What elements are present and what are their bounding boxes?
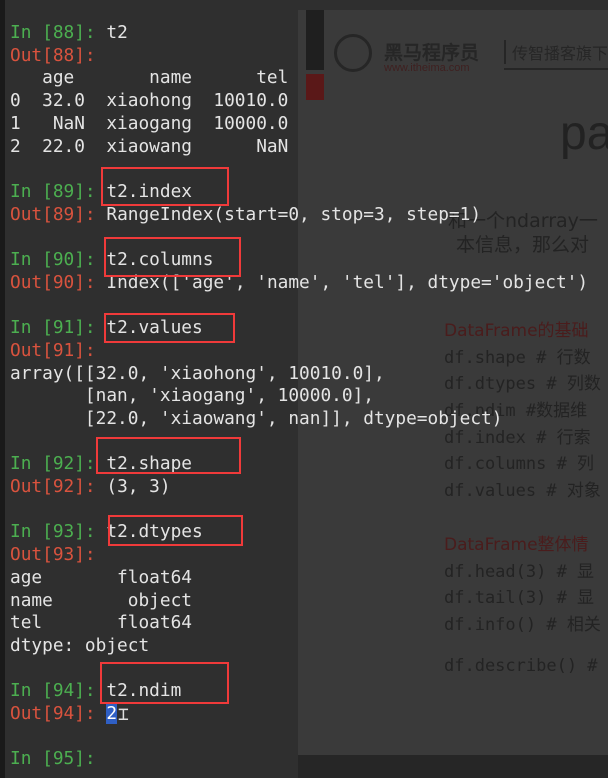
slide-item: df.describe() # [444,656,598,676]
in-prompt: In [95]: [10,748,107,770]
out-prompt: Out[91]: [10,339,107,361]
output-line: Out[88]: [10,45,106,67]
slide-item: df.values # 对象 [444,481,601,501]
output-text-line: age name tel [10,67,288,89]
output-line: Out[93]: [10,544,106,566]
result-text: 0 32.0 xiaohong 10010.0 [10,90,289,112]
result-text: array([[32.0, 'xiaohong', 10010.0], [10,362,385,384]
result-text: dtype: object [10,634,150,656]
output-text-line: 2 22.0 xiaowang NaN [10,136,288,158]
brand-url: www.itheima.com [384,62,470,74]
output-text-line: 0 32.0 xiaohong 10010.0 [10,90,288,112]
window-edge [0,0,5,778]
slide-intro-2: 本信息，那么对 [456,234,590,256]
output-text-line: [nan, 'xiaogang', 10000.0], [10,385,374,407]
result-text: [nan, 'xiaogang', 10000.0], [10,385,374,407]
result-text: 1 NaN xiaogang 10000.0 [10,112,289,134]
in-prompt: In [90]: [10,249,107,270]
highlight-box-index [101,167,229,206]
in-prompt: In [91]: [10,317,107,339]
in-prompt: In [92]: [10,453,107,475]
highlight-box-shape [96,437,241,474]
output-text-line: dtype: object [10,635,149,657]
output-line: Out[90]: Index(['age', 'name', 'tel'], d… [10,272,588,294]
result-text: RangeIndex(start=0, stop=3, step=1) [106,203,482,225]
in-prompt: In [89]: [10,180,107,202]
horse-logo-icon [334,34,372,72]
highlight-box-values [104,313,235,343]
code-text: t2 [106,22,128,43]
out-prompt: Out[88]: [10,44,107,66]
result-text: age float64 [10,566,192,588]
in-prompt: In [93]: [10,521,107,543]
slide-item: df.info() # 相关 [444,615,601,635]
result-text: [22.0, 'xiaowang', nan]], dtype=object) [10,407,503,429]
highlight-box-columns [104,237,241,277]
slide-item: df.head(3) # 显 [444,562,595,582]
slide-sidebar-red [306,74,324,100]
output-line: Out[89]: RangeIndex(start=0, stop=3, ste… [10,204,481,226]
input-line[interactable]: In [88]: t2 [10,22,128,44]
slide-sidebar-dark [306,10,324,70]
result-text: name object [10,589,192,611]
slide-item: df.tail(3) # 显 [444,588,595,608]
slide-item: df.dtypes # 列数 [444,374,601,394]
slide-item: df.columns # 列 [444,454,595,474]
out-prompt: Out[94]: [10,703,107,724]
output-text-line: [22.0, 'xiaowang', nan]], dtype=object) [10,407,503,430]
output-text-line: array([[32.0, 'xiaohong', 10010.0], [10,363,385,385]
output-line: Out[92]: (3, 3) [10,476,171,498]
highlight-box-ndim [100,662,229,704]
output-text-line: age float64 [10,567,192,589]
out-prompt: Out[89]: [10,203,107,225]
input-line[interactable]: In [95]: [10,748,106,770]
output-text-line: 1 NaN xiaogang 10000.0 [10,113,288,135]
result-text: 2 22.0 xiaowang NaN [10,135,289,157]
section-heading-overall: DataFrame整体情 [444,535,589,555]
divider [504,68,608,70]
result-text: age name tel [10,67,289,89]
in-prompt: In [88]: [10,22,107,43]
slide-bottom-band [298,755,608,778]
highlight-box-dtypes [108,515,243,546]
brand-name: 黑马程序员 [384,42,480,64]
slide-item: df.shape # 行数 [444,348,591,368]
slide-title: pa [560,107,608,160]
out-prompt: Out[93]: [10,544,107,566]
tagline: 传智播客旗下 [504,40,608,64]
output-text-line: tel float64 [10,612,192,634]
output-line: Out[94]: 2 [10,703,118,725]
out-prompt: Out[90]: [10,271,107,293]
output-line: Out[91]: [10,340,106,362]
in-prompt: In [94]: [10,680,107,702]
section-heading-basic: DataFrame的基础 [444,321,589,341]
output-text-line: name object [10,590,192,612]
text-cursor-icon: ⌶ [118,704,129,725]
result-text: 2 [106,703,118,724]
result-text: (3, 3) [106,476,171,497]
result-text: tel float64 [10,612,192,634]
out-prompt: Out[92]: [10,476,107,497]
